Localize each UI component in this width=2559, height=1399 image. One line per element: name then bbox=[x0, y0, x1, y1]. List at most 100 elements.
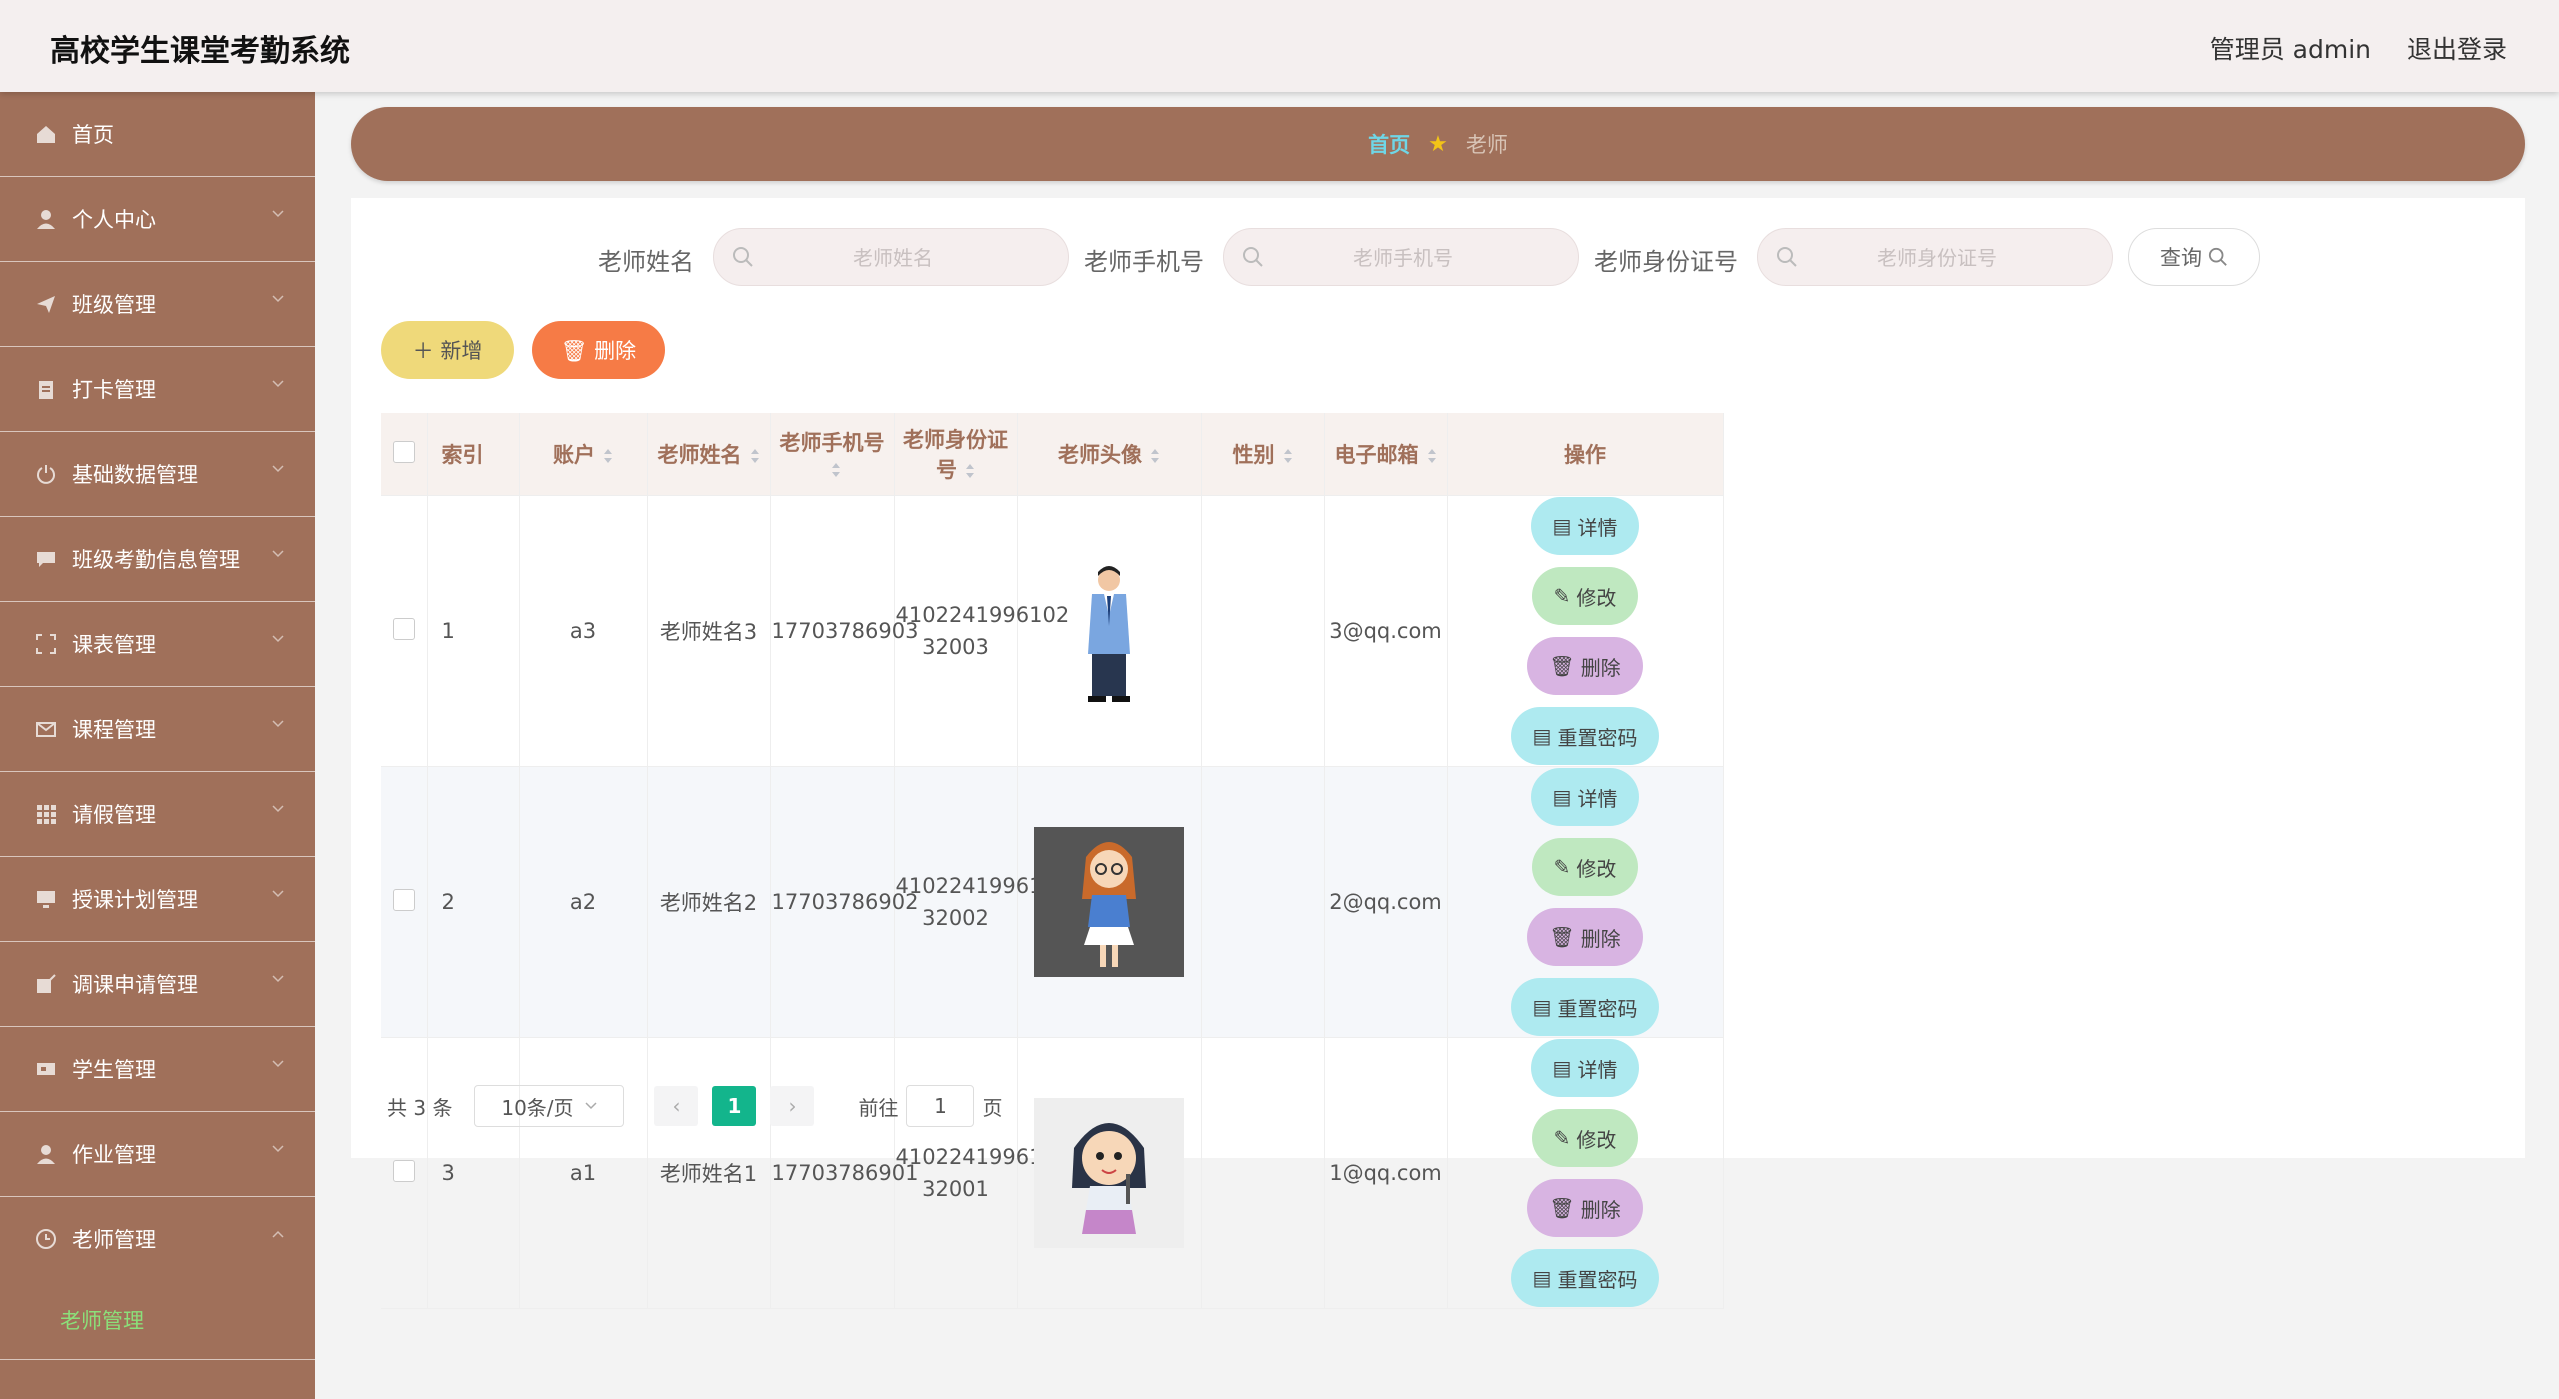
detail-button[interactable]: ▤ 详情 bbox=[1530, 768, 1640, 826]
trash-icon: 🗑 bbox=[560, 339, 588, 363]
next-page-button[interactable]: › bbox=[770, 1086, 815, 1126]
breadcrumb-home[interactable]: 首页 bbox=[1368, 129, 1410, 159]
row-select[interactable] bbox=[381, 1037, 428, 1309]
edit-button[interactable]: ✎ 修改 bbox=[1531, 567, 1639, 625]
cell-ops: ▤ 详情 ✎ 修改 🗑 删除 ▤ 重置密码 bbox=[1447, 1037, 1724, 1309]
sidebar-item-timetable[interactable]: 课表管理 bbox=[0, 602, 315, 687]
cell-email: 3@qq.com bbox=[1324, 495, 1448, 767]
query-button-label: 查询 bbox=[2160, 246, 2202, 270]
add-button[interactable]: ＋ 新增 bbox=[381, 321, 514, 379]
sidebar-item-home[interactable]: 首页 bbox=[0, 92, 315, 177]
page-size-select[interactable]: 10条/页 bbox=[474, 1085, 625, 1127]
header-email[interactable]: 电子邮箱 bbox=[1324, 413, 1448, 496]
cell-ops: ▤ 详情 ✎ 修改 🗑 删除 ▤ 重置密码 bbox=[1447, 495, 1724, 767]
cell-phone: 17703786901 bbox=[770, 1037, 918, 1309]
reset-password-button[interactable]: ▤ 重置密码 bbox=[1510, 1249, 1660, 1307]
header-idcard[interactable]: 老师身份证号 bbox=[894, 413, 1018, 496]
app-title: 高校学生课堂考勤系统 bbox=[50, 34, 350, 69]
delete-button[interactable]: 🗑 删除 bbox=[1527, 637, 1643, 695]
pencil-icon: ✎ bbox=[1553, 1126, 1571, 1150]
sort-icon[interactable] bbox=[1427, 448, 1437, 464]
delete-label: 删除 bbox=[1580, 655, 1621, 680]
document-icon: ▤ bbox=[1552, 1056, 1572, 1080]
page-number-current[interactable]: 1 bbox=[712, 1086, 757, 1126]
search-icon bbox=[2208, 247, 2227, 266]
teacher-phone-input[interactable] bbox=[1224, 229, 1582, 287]
chevron-down-icon bbox=[272, 975, 284, 983]
detail-label: 详情 bbox=[1577, 1057, 1618, 1082]
sidebar-item-reschedule[interactable]: 调课申请管理 bbox=[0, 942, 315, 1027]
prev-page-button[interactable]: ‹ bbox=[654, 1086, 699, 1126]
reset-password-button[interactable]: ▤ 重置密码 bbox=[1510, 978, 1660, 1036]
teacher-avatar-image[interactable] bbox=[1034, 556, 1184, 706]
header-gender[interactable]: 性别 bbox=[1201, 413, 1325, 496]
grid-icon bbox=[34, 802, 58, 826]
sidebar-item-course[interactable]: 课程管理 bbox=[0, 687, 315, 772]
sort-icon[interactable] bbox=[603, 448, 613, 464]
sidebar-item-teaching-plan[interactable]: 授课计划管理 bbox=[0, 857, 315, 942]
header-label: 账户 bbox=[553, 443, 595, 467]
sidebar-item-class[interactable]: 班级管理 bbox=[0, 262, 315, 347]
page-size-value: 10条/页 bbox=[501, 1095, 574, 1120]
sort-icon[interactable] bbox=[750, 448, 760, 464]
teacher-table: 索引 账户 老师姓名 老师手机号 老师身份证号 老师头像 性别 电子邮箱 操作 … bbox=[381, 413, 2495, 1309]
teacher-avatar-image[interactable] bbox=[1034, 827, 1184, 977]
goto-page-input[interactable] bbox=[906, 1085, 975, 1127]
mail-icon bbox=[34, 717, 58, 741]
sort-icon[interactable] bbox=[1283, 448, 1293, 464]
cell-index: 3 bbox=[427, 1037, 520, 1309]
sort-icon[interactable] bbox=[831, 462, 841, 478]
header-avatar[interactable]: 老师头像 bbox=[1017, 413, 1202, 496]
sort-icon[interactable] bbox=[1150, 448, 1160, 464]
cell-ops: ▤ 详情 ✎ 修改 🗑 删除 ▤ 重置密码 bbox=[1447, 766, 1724, 1038]
reset-label: 重置密码 bbox=[1557, 1267, 1638, 1292]
batch-delete-button[interactable]: 🗑 删除 bbox=[532, 321, 665, 379]
sort-icon[interactable] bbox=[965, 463, 975, 479]
header-name[interactable]: 老师姓名 bbox=[647, 413, 771, 496]
sidebar-item-leave[interactable]: 请假管理 bbox=[0, 772, 315, 857]
cell-phone: 17703786903 bbox=[770, 495, 918, 767]
delete-button[interactable]: 🗑 删除 bbox=[1527, 1179, 1643, 1237]
chevron-down-icon bbox=[272, 720, 284, 728]
detail-button[interactable]: ▤ 详情 bbox=[1530, 497, 1640, 555]
checkbox[interactable] bbox=[392, 440, 415, 463]
ticket-icon bbox=[34, 1057, 58, 1081]
clock-icon bbox=[34, 1227, 58, 1251]
chevron-down-icon bbox=[272, 890, 284, 898]
sidebar-item-profile[interactable]: 个人中心 bbox=[0, 177, 315, 262]
admin-user-link[interactable]: 管理员 admin bbox=[2210, 30, 2371, 66]
row-select[interactable] bbox=[381, 495, 428, 767]
sidebar-item-homework[interactable]: 作业管理 bbox=[0, 1112, 315, 1197]
reset-password-button[interactable]: ▤ 重置密码 bbox=[1510, 707, 1660, 765]
sidebar-item-checkin[interactable]: 打卡管理 bbox=[0, 347, 315, 432]
query-button[interactable]: 查询 bbox=[2128, 228, 2260, 286]
checkbox[interactable] bbox=[392, 617, 415, 640]
teacher-id-input[interactable] bbox=[1758, 229, 2116, 287]
sidebar-subitem-teacher-management[interactable]: 老师管理 bbox=[0, 1281, 315, 1360]
checkbox[interactable] bbox=[392, 1159, 415, 1182]
sidebar-item-basic-data[interactable]: 基础数据管理 bbox=[0, 432, 315, 517]
edit-button[interactable]: ✎ 修改 bbox=[1531, 1109, 1639, 1167]
delete-button[interactable]: 🗑 删除 bbox=[1527, 908, 1643, 966]
edit-icon bbox=[34, 972, 58, 996]
search-form: 老师姓名 老师手机号 老师身份证号 查询 bbox=[351, 228, 2525, 290]
sidebar-item-students[interactable]: 学生管理 bbox=[0, 1027, 315, 1112]
logout-link[interactable]: 退出登录 bbox=[2407, 30, 2507, 66]
sidebar-item-class-attendance[interactable]: 班级考勤信息管理 bbox=[0, 517, 315, 602]
row-select[interactable] bbox=[381, 766, 428, 1038]
header-phone[interactable]: 老师手机号 bbox=[770, 413, 895, 496]
top-bar: 高校学生课堂考勤系统 管理员 admin 退出登录 bbox=[0, 0, 2559, 92]
teacher-name-input[interactable] bbox=[714, 229, 1072, 287]
edit-button[interactable]: ✎ 修改 bbox=[1531, 838, 1639, 896]
detail-button[interactable]: ▤ 详情 bbox=[1530, 1039, 1640, 1097]
header-select-all[interactable] bbox=[381, 413, 428, 496]
cell-avatar bbox=[1017, 1037, 1202, 1309]
chevron-down-icon bbox=[272, 550, 284, 558]
chevron-down-icon bbox=[585, 1102, 597, 1110]
idcard-line-1: 4102241996102 bbox=[895, 874, 1070, 898]
sidebar-item-teachers[interactable]: 老师管理 bbox=[0, 1197, 315, 1281]
teacher-name-field-wrap bbox=[713, 228, 1072, 287]
teacher-avatar-image[interactable] bbox=[1034, 1098, 1184, 1248]
checkbox[interactable] bbox=[392, 888, 415, 911]
header-account[interactable]: 账户 bbox=[519, 413, 648, 496]
